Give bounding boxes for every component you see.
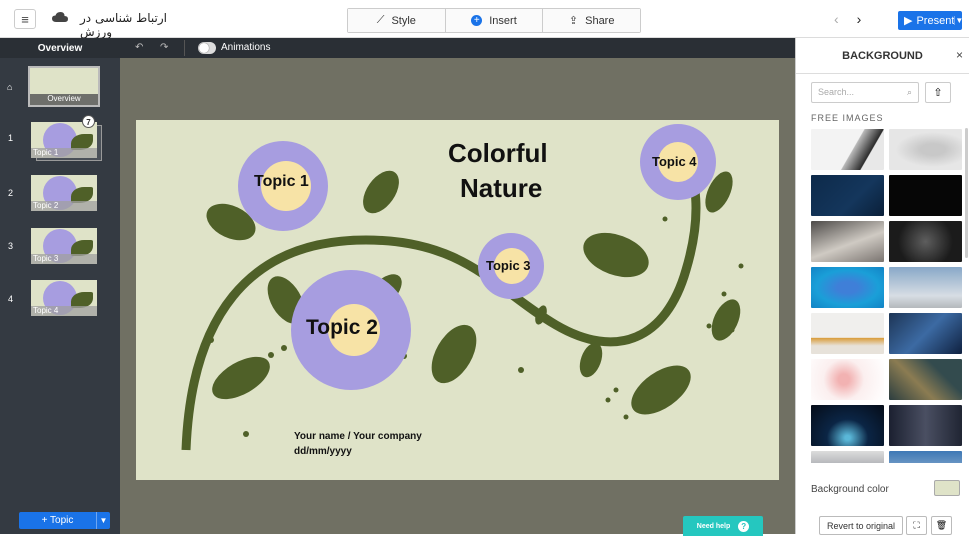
sidebar-item-topic-2[interactable]: Topic 2 [31,175,97,211]
image-thumbnail[interactable] [811,451,884,463]
free-images-label: FREE IMAGES [811,113,884,123]
image-thumbnail[interactable] [811,221,884,262]
next-icon[interactable]: › [857,11,862,27]
slide-title-line2[interactable]: Nature [460,173,542,204]
image-grid [811,129,969,463]
image-thumbnail[interactable] [889,405,962,446]
overview-thumbnail-label: Overview [30,94,98,105]
leaf [212,356,270,400]
leaf [631,365,691,415]
topic-3-label[interactable]: Topic 3 [486,258,531,273]
present-dropdown-icon[interactable]: ▼ [954,16,963,25]
wand-icon: ⟋ [376,14,385,26]
panel-scrollbar[interactable] [965,128,968,258]
tab-share[interactable]: ⇪ Share [543,9,641,32]
image-thumbnail[interactable] [811,267,884,308]
tab-style[interactable]: ⟋ Style [348,9,446,32]
add-topic-button[interactable]: + Topic ▼ [19,512,110,529]
help-icon: ? [738,520,750,532]
slide-author[interactable]: Your name / Your company [294,431,422,442]
background-panel: BACKGROUND × Search... ⌕ ⇧ FREE IMAGES B… [795,38,969,535]
upload-button[interactable]: ⇧ [925,82,951,103]
leaf [363,170,399,214]
image-thumbnail[interactable] [811,405,884,446]
sidebar-item-number: 3 [8,241,14,251]
canvas-toolbar: ↶ ↷ Animations [120,38,795,58]
image-thumbnail[interactable] [811,175,884,216]
sidebar-title: Overview [0,38,120,58]
image-thumbnail[interactable] [889,221,962,262]
image-thumbnail[interactable] [811,313,884,354]
present-button[interactable]: ▶ Present ▼ [898,11,963,30]
sidebar-item-number: 1 [8,133,14,143]
revert-button[interactable]: Revert to original [819,516,903,535]
fullscreen-icon[interactable]: ⛶ [906,516,927,535]
search-input[interactable]: Search... ⌕ [811,82,919,103]
background-color-label: Background color [811,484,889,495]
overview-thumbnail[interactable]: Overview [28,66,100,107]
add-topic-dropdown-icon[interactable]: ▼ [96,512,110,529]
topic-4-label[interactable]: Topic 4 [652,154,697,169]
sidebar: Overview ⌂ Overview 1 Topic 1 7 2 Topic … [0,38,120,534]
sidebar-item-number: 2 [8,188,14,198]
sidebar-item-label: Topic 1 [31,148,97,158]
animations-toggle[interactable] [198,42,216,54]
topic-1-label[interactable]: Topic 1 [254,173,309,191]
share-icon: ⇪ [568,15,579,27]
image-thumbnail[interactable] [811,359,884,400]
redo-icon[interactable]: ↷ [160,42,168,53]
image-thumbnail[interactable] [889,359,962,400]
animations-label: Animations [221,42,271,53]
leaf [583,232,649,278]
subtopic-count-badge: 7 [82,115,95,128]
leaf [711,299,741,341]
sidebar-item-number: 4 [8,294,14,304]
slide-canvas[interactable]: Topic 1 Topic 2 Topic 3 Topic 4 Colorful… [136,120,779,480]
prev-icon[interactable]: ‹ [834,11,839,27]
canvas-workspace: Topic 1 Topic 2 Topic 3 Topic 4 Colorful… [120,58,795,536]
topic-2-label[interactable]: Topic 2 [306,316,378,340]
image-thumbnail[interactable] [889,267,962,308]
divider [184,40,185,56]
sidebar-item-label: Topic 3 [31,254,97,264]
top-bar: ≡ ارتباط شناسی در ورزش ⟋ Style + Insert ⇪ S… [0,0,969,39]
sidebar-item-label: Topic 2 [31,201,97,211]
home-icon[interactable]: ⌂ [7,82,12,92]
leaf [431,324,477,384]
background-color-swatch[interactable] [934,480,960,496]
panel-header: BACKGROUND × [796,38,969,74]
menu-icon[interactable]: ≡ [14,9,36,29]
image-thumbnail[interactable] [889,313,962,354]
plus-circle-icon: + [471,15,483,26]
upload-icon: ⇧ [933,87,943,99]
sidebar-item-label: Topic 4 [31,306,97,316]
need-help-button[interactable]: Need help ? [683,516,763,536]
sidebar-item-topic-4[interactable]: Topic 4 [31,280,97,316]
close-icon[interactable]: × [956,48,963,62]
trash-icon[interactable]: 🗑 [931,516,952,535]
image-thumbnail[interactable] [889,175,962,216]
undo-icon[interactable]: ↶ [135,42,143,53]
sidebar-item-topic-3[interactable]: Topic 3 [31,228,97,264]
slide-navigation: ‹ › [834,11,861,27]
cloud-icon[interactable] [52,11,68,23]
image-thumbnail[interactable] [811,129,884,170]
toolbar-tabs: ⟋ Style + Insert ⇪ Share [347,8,641,33]
tab-insert[interactable]: + Insert [445,9,544,32]
slide-date[interactable]: dd/mm/yyyy [294,446,352,457]
search-icon[interactable]: ⌕ [907,87,912,98]
slide-title-line1[interactable]: Colorful [448,138,548,169]
image-thumbnail[interactable] [889,451,962,463]
document-title[interactable]: ارتباط شناسی در ورزش [80,11,190,39]
image-thumbnail[interactable] [889,129,962,170]
panel-title: BACKGROUND [842,49,923,62]
play-icon: ▶ [904,15,913,27]
